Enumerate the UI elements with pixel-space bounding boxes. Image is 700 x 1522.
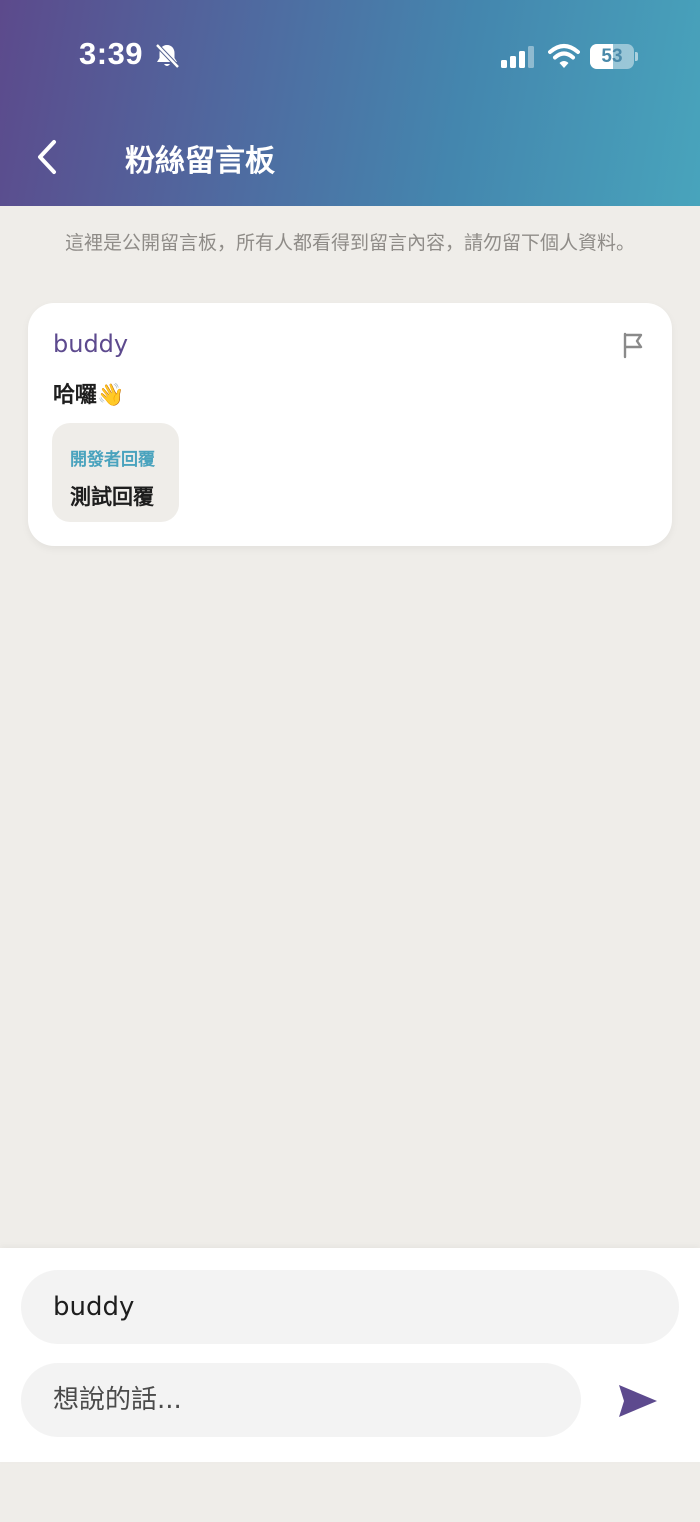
send-icon [619, 1385, 657, 1417]
name-input[interactable] [21, 1270, 679, 1344]
send-button[interactable] [616, 1381, 660, 1421]
battery-indicator: 53 [590, 44, 638, 69]
bell-slash-icon [155, 43, 180, 69]
reply-text: 測試回覆 [70, 485, 154, 509]
message-input[interactable] [21, 1363, 581, 1437]
flag-icon[interactable] [620, 331, 646, 359]
page-title: 粉絲留言板 [125, 144, 275, 179]
privacy-notice: 這裡是公開留言板，所有人都看得到留言內容，請勿留下個人資料。 [64, 232, 635, 254]
message-author: buddy [53, 330, 129, 358]
signal-icon [501, 46, 534, 68]
reply-label: 開發者回覆 [70, 450, 155, 470]
battery-level: 53 [601, 46, 623, 67]
app-header: 3:39 53 粉絲留言板 [0, 0, 700, 206]
chevron-left-icon [38, 140, 56, 174]
back-button[interactable] [30, 134, 70, 180]
message-card: buddy 哈囉👋 開發者回覆 測試回覆 [28, 303, 672, 546]
status-time: 3:39 [79, 36, 144, 71]
message-text: 哈囉👋 [53, 383, 125, 408]
developer-reply: 開發者回覆 測試回覆 [52, 423, 179, 522]
composer-panel [0, 1248, 700, 1462]
wifi-icon [548, 44, 580, 68]
